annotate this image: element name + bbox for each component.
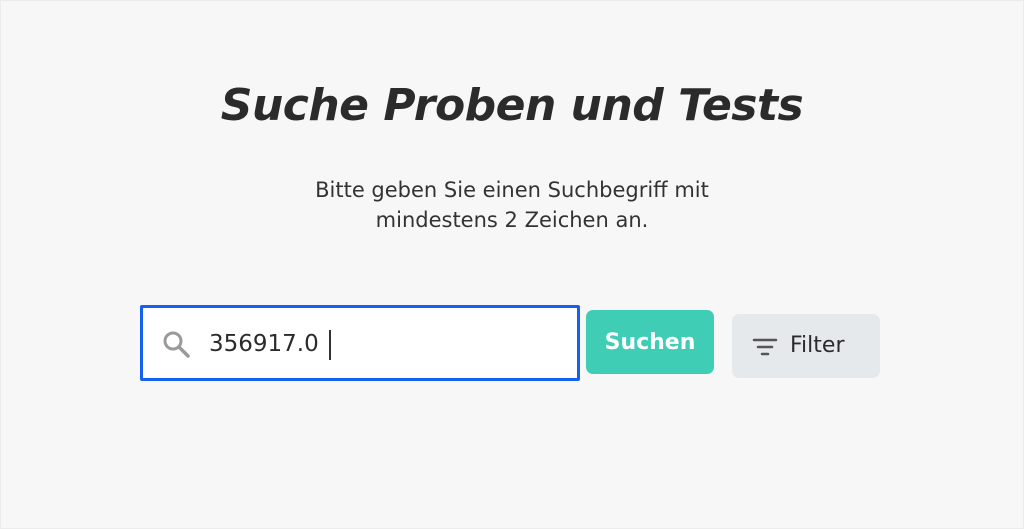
filter-button[interactable]: Filter	[732, 314, 880, 378]
filter-label: Filter	[790, 333, 845, 358]
search-field[interactable]	[140, 305, 580, 381]
subtitle-line-1: Bitte geben Sie einen Suchbegriff mit	[315, 178, 709, 202]
search-icon	[161, 329, 191, 359]
filter-icon	[752, 337, 778, 357]
page-title: Suche Proben und Tests	[220, 80, 804, 131]
search-page: Suche Proben und Tests Bitte geben Sie e…	[0, 0, 1024, 529]
search-input[interactable]	[209, 322, 559, 366]
text-caret	[329, 330, 331, 360]
page-subtitle: Bitte geben Sie einen Suchbegriff mit mi…	[1, 175, 1023, 235]
search-button[interactable]: Suchen	[586, 310, 714, 374]
subtitle-line-2: mindestens 2 Zeichen an.	[375, 208, 649, 232]
